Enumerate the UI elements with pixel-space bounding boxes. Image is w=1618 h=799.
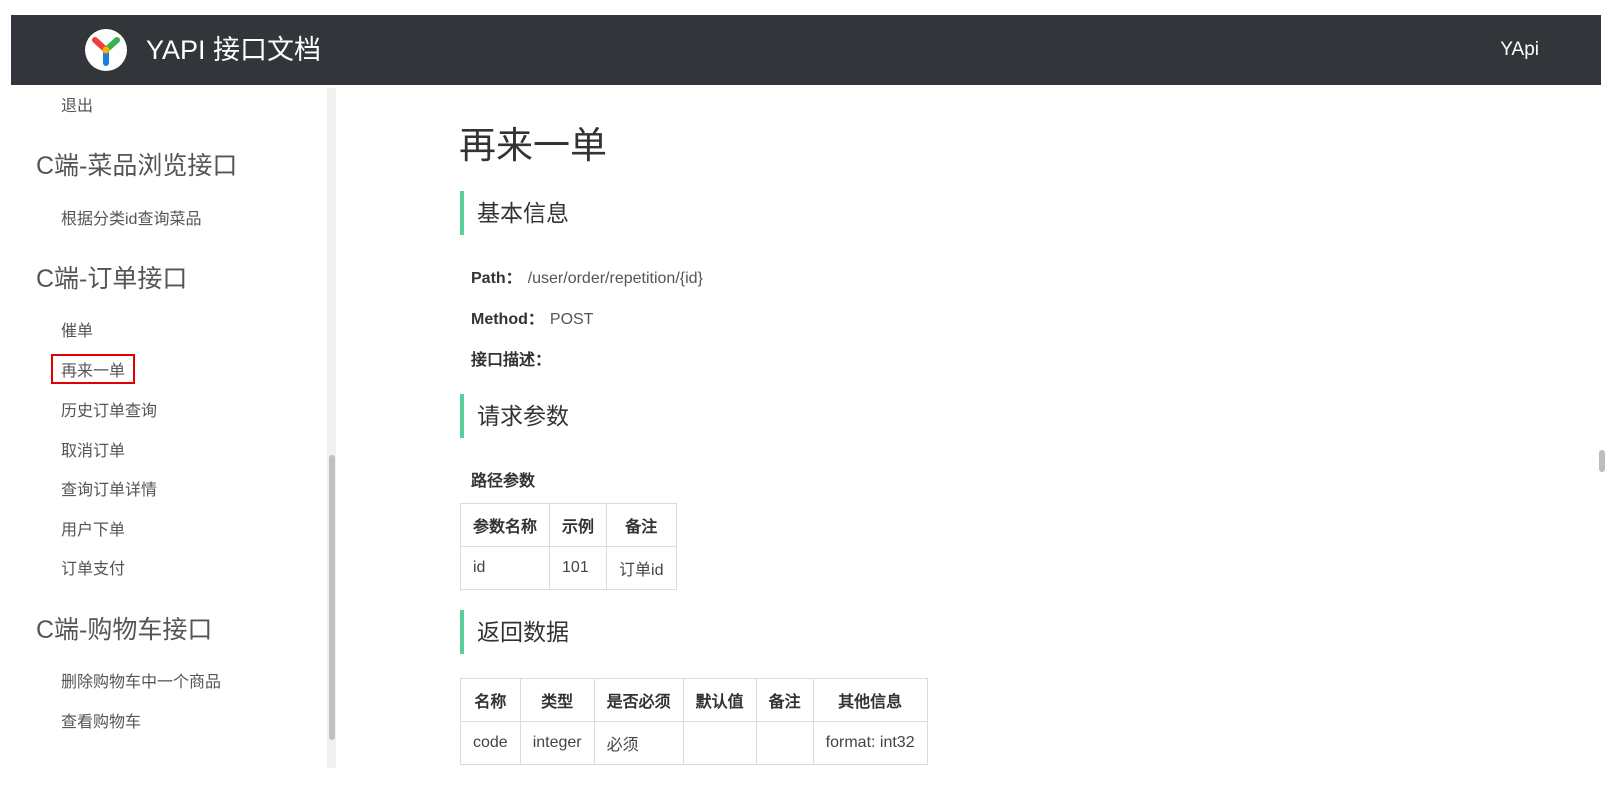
table-cell: 订单id [606, 546, 677, 590]
table-cell [755, 721, 814, 765]
path-label: Path： [471, 270, 522, 287]
section-basic-info: 基本信息 [460, 191, 569, 235]
sidebar-item-cancel-order[interactable]: 取消订单 [61, 437, 125, 461]
viewport-bottom [0, 768, 1618, 799]
table-cell: format: int32 [812, 721, 928, 765]
description-row: 接口描述： [471, 346, 557, 370]
table-header-cell: 参数名称 [459, 503, 551, 547]
response-table: 名称 类型 是否必须 默认值 备注 其他信息 code integer 必须 f… [460, 678, 928, 765]
table-cell [682, 721, 757, 765]
sidebar-item-remove-cart-item[interactable]: 删除购物车中一个商品 [61, 668, 221, 692]
table-header-cell: 默认值 [682, 678, 757, 722]
path-value: /user/order/repetition/{id} [527, 270, 703, 287]
table-header-cell: 备注 [606, 503, 677, 547]
sidebar-item-place-order[interactable]: 用户下单 [61, 516, 125, 540]
table-header-cell: 是否必须 [593, 678, 684, 722]
table-header-cell: 示例 [549, 503, 608, 547]
method-value: POST [549, 311, 594, 328]
sidebar-scroll-thumb[interactable] [329, 455, 335, 740]
app-title[interactable]: YAPI 接口文档 [146, 15, 321, 85]
sidebar-item-order-detail[interactable]: 查询订单详情 [61, 476, 157, 500]
table-cell: 必须 [593, 721, 684, 765]
method-label: Method： [471, 311, 544, 328]
sidebar-item-reminder[interactable]: 催单 [61, 317, 93, 341]
sidebar-item-order-pay[interactable]: 订单支付 [61, 555, 125, 579]
table-header-cell: 名称 [460, 678, 521, 722]
method-row: Method： POST [471, 305, 593, 329]
table-cell: code [460, 721, 521, 765]
main-content: 再来一单 基本信息 Path： /user/order/repetition/{i… [336, 88, 1596, 768]
page-title: 再来一单 [459, 125, 607, 166]
table-header-cell: 备注 [755, 678, 814, 722]
table-cell: integer [519, 721, 595, 765]
table-cell: id [459, 546, 551, 590]
sidebar-group-dish-browse[interactable]: C端-菜品浏览接口 [36, 146, 237, 182]
top-navbar: YAPI 接口文档 YApi [11, 15, 1601, 85]
section-response-data: 返回数据 [460, 610, 569, 654]
section-request-params: 请求参数 [460, 394, 569, 438]
table-header-row: 名称 类型 是否必须 默认值 备注 其他信息 [460, 678, 928, 722]
yapi-logo-icon [85, 29, 127, 71]
sidebar-item-logout[interactable]: 退出 [61, 92, 93, 116]
sidebar-item-order-history[interactable]: 历史订单查询 [61, 397, 157, 421]
sidebar-item-reorder-active[interactable]: 再来一单 [51, 354, 136, 384]
sidebar-item-view-cart[interactable]: 查看购物车 [61, 708, 141, 732]
table-header-cell: 类型 [519, 678, 595, 722]
sidebar-group-cart[interactable]: C端-购物车接口 [36, 610, 212, 646]
sidebar: 退出 C端-菜品浏览接口 根据分类id查询菜品 C端-订单接口 催单 再来一单 … [11, 88, 329, 768]
table-row: code integer 必须 format: int32 [460, 721, 928, 765]
description-label: 接口描述： [471, 352, 552, 369]
table-header-cell: 其他信息 [812, 678, 928, 722]
path-row: Path： /user/order/repetition/{id} [471, 264, 703, 288]
table-header-row: 参数名称 示例 备注 [459, 503, 677, 547]
path-params-label: 路径参数 [471, 473, 536, 490]
sidebar-item-dish-by-category[interactable]: 根据分类id查询菜品 [61, 205, 201, 229]
path-params-table: 参数名称 示例 备注 id 101 订单id [459, 503, 677, 590]
table-cell: 101 [549, 546, 608, 590]
nav-link-yapi[interactable]: YApi [1500, 15, 1539, 85]
table-row: id 101 订单id [459, 546, 677, 590]
main-scroll-thumb[interactable] [1599, 450, 1605, 472]
sidebar-group-order[interactable]: C端-订单接口 [36, 259, 187, 295]
